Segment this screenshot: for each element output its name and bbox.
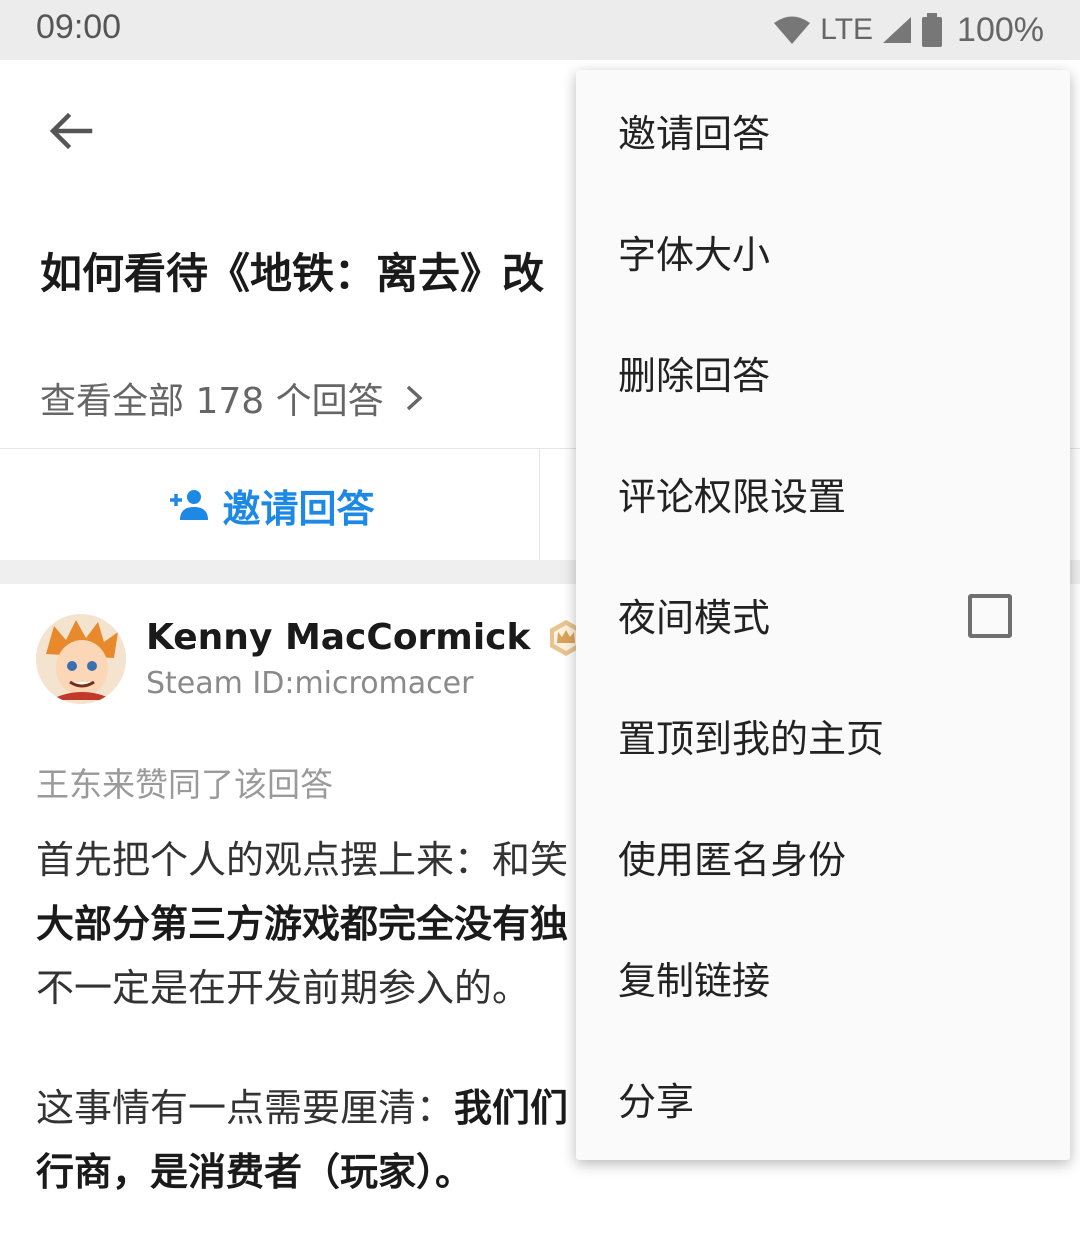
status-bar: 09:00 LTE 100% — [0, 0, 1080, 60]
voter-line: 王东来赞同了该回答 — [36, 765, 333, 804]
menu-item-copy-link[interactable]: 复制链接 — [576, 917, 1070, 1038]
menu-item-anonymous[interactable]: 使用匿名身份 — [576, 796, 1070, 917]
invite-answer-button[interactable]: 邀请回答 — [0, 449, 540, 561]
avatar[interactable] — [36, 614, 126, 704]
back-arrow-icon[interactable] — [46, 106, 96, 156]
chevron-right-icon — [406, 385, 423, 411]
view-all-answers-link[interactable]: 查看全部 178 个回答 — [40, 372, 426, 424]
overflow-menu: 邀请回答 字体大小 删除回答 评论权限设置 夜间模式 置顶到我的主页 使用匿名身… — [576, 70, 1070, 1160]
menu-item-label: 使用匿名身份 — [618, 838, 847, 882]
answer-text-normal: 这事情有一点需要厘清： — [36, 1086, 455, 1130]
menu-item-label: 删除回答 — [618, 354, 771, 398]
menu-item-label: 邀请回答 — [618, 112, 771, 156]
author-name-row: Kenny MacCormick — [146, 617, 586, 658]
author-header[interactable]: Kenny MacCormick Steam ID:micromacer — [36, 614, 586, 704]
invite-answer-label: 邀请回答 — [222, 486, 375, 531]
author-bio: Steam ID:micromacer — [146, 666, 474, 701]
menu-item-font-size[interactable]: 字体大小 — [576, 191, 1070, 312]
menu-item-label: 字体大小 — [618, 233, 771, 277]
menu-item-night-mode[interactable]: 夜间模式 — [576, 554, 1070, 675]
wifi-icon — [774, 16, 811, 44]
view-all-answers-label: 查看全部 178 个回答 — [40, 381, 384, 422]
status-time: 09:00 — [36, 8, 122, 46]
menu-item-share[interactable]: 分享 — [576, 1038, 1070, 1159]
menu-item-label: 评论权限设置 — [618, 475, 847, 519]
signal-icon — [883, 17, 912, 43]
menu-item-label: 复制链接 — [618, 959, 771, 1003]
menu-item-label: 夜间模式 — [618, 596, 771, 640]
menu-item-pin-to-profile[interactable]: 置顶到我的主页 — [576, 675, 1070, 796]
author-name[interactable]: Kenny MacCormick — [146, 617, 530, 658]
avatar-illustration — [36, 614, 126, 704]
battery-icon — [922, 13, 943, 47]
answer-text-bold: 我们们 — [454, 1086, 569, 1130]
menu-item-comment-permissions[interactable]: 评论权限设置 — [576, 433, 1070, 554]
menu-item-delete-answer[interactable]: 删除回答 — [576, 312, 1070, 433]
menu-item-label: 置顶到我的主页 — [618, 717, 885, 761]
night-mode-checkbox[interactable] — [968, 594, 1012, 638]
menu-item-label: 分享 — [618, 1080, 695, 1124]
question-title[interactable]: 如何看待《地铁：离去》改 — [40, 240, 544, 301]
status-icons: LTE 100% — [772, 6, 1044, 54]
menu-item-invite-answer[interactable]: 邀请回答 — [576, 70, 1070, 191]
battery-percentage: 100% — [957, 10, 1044, 49]
network-type: LTE — [820, 13, 874, 46]
add-person-icon — [170, 490, 209, 520]
